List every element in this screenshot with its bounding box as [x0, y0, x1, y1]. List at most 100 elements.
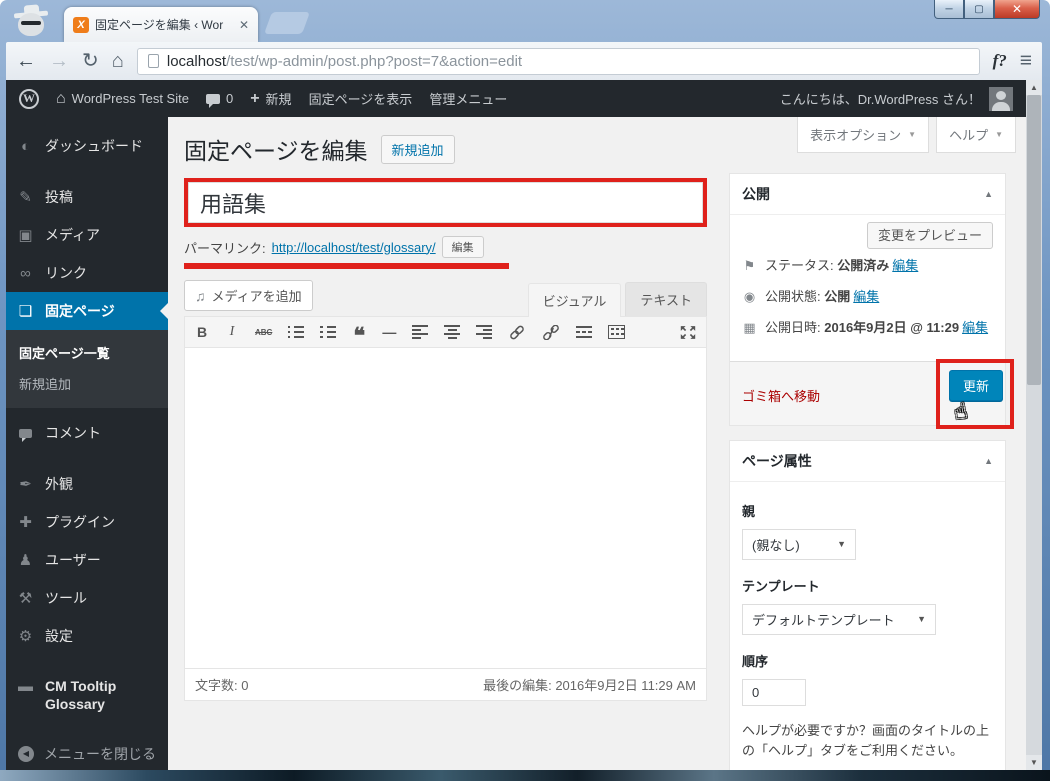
toolbar-toggle-icon[interactable] [608, 325, 626, 339]
sidebar-item-tools[interactable]: ⚒ ツール [6, 579, 168, 617]
pages-submenu: 固定ページ一覧 新規追加 [6, 330, 168, 408]
sidebar-item-appearance[interactable]: ✒ 外観 [6, 465, 168, 503]
adminbar-view-page[interactable]: 固定ページを表示 [309, 89, 413, 108]
chevron-down-icon: ▼ [995, 130, 1003, 139]
align-center-icon[interactable] [444, 325, 461, 339]
date-label: 公開日時: [765, 320, 821, 336]
browser-titlebar: X 固定ページを編集 ‹ Wor ✕ ─ ▢ ✕ [0, 0, 1050, 42]
sidebar-item-collapse-menu[interactable]: ◀ メニューを閉じる [6, 735, 168, 770]
edit-status-link[interactable]: 編集 [892, 258, 918, 273]
sidebar-item-cm-tooltip-glossary[interactable]: ▬ CM Tooltip Glossary [6, 668, 168, 722]
comment-count: 0 [225, 91, 234, 106]
sidebar-item-users[interactable]: ♟ ユーザー [6, 541, 168, 579]
edit-visibility-link[interactable]: 編集 [853, 289, 879, 304]
appearance-icon: ✒ [19, 476, 32, 493]
italic-icon[interactable]: I [225, 324, 239, 339]
browser-menu-icon[interactable]: ≡ [1020, 49, 1032, 73]
submenu-item-all-pages[interactable]: 固定ページ一覧 [6, 337, 168, 368]
page-icon [147, 54, 159, 68]
parent-label: 親 [742, 503, 756, 519]
adminbar-new[interactable]: + 新規 [250, 89, 291, 108]
fullscreen-icon[interactable] [680, 325, 696, 339]
sidebar-item-comments[interactable]: コメント [6, 414, 168, 452]
help-button[interactable]: ヘルプ ▼ [936, 117, 1016, 153]
bulleted-list-icon[interactable] [288, 325, 305, 339]
home-icon[interactable]: ⌂ [112, 51, 124, 71]
tab-text[interactable]: テキスト [625, 282, 707, 316]
dashboard-icon: ◐ [20, 137, 31, 155]
add-media-button[interactable]: ♫ メディアを追加 [184, 280, 313, 311]
wordpress-logo-icon[interactable]: W [19, 88, 39, 109]
new-tab-button[interactable] [263, 12, 311, 34]
sidebar-item-links[interactable]: ∞ リンク [6, 254, 168, 292]
minimize-button[interactable]: ─ [934, 0, 964, 19]
browser-tab[interactable]: X 固定ページを編集 ‹ Wor ✕ [64, 7, 258, 42]
template-select[interactable]: デフォルトテンプレート ▼ [742, 603, 936, 635]
scrollbar-thumb[interactable] [1027, 95, 1041, 385]
permalink-edit-button[interactable]: 編集 [441, 236, 484, 258]
align-right-icon[interactable] [476, 325, 493, 339]
forward-icon[interactable]: → [49, 51, 69, 71]
post-title-input[interactable] [188, 182, 703, 223]
tab-visual[interactable]: ビジュアル [527, 283, 622, 317]
sidebar-label: メニューを閉じる [44, 746, 156, 763]
edit-date-link[interactable]: 編集 [962, 320, 988, 335]
chevron-down-icon: ▼ [917, 614, 926, 625]
editor-content-area[interactable] [184, 348, 707, 668]
update-button[interactable]: 更新 [948, 369, 1003, 401]
move-to-trash-link[interactable]: ゴミ箱へ移動 [742, 386, 820, 405]
order-label: 順序 [742, 653, 769, 669]
publish-panel-title: 公開 [742, 186, 770, 202]
align-left-icon[interactable] [412, 325, 429, 339]
bold-icon[interactable]: B [195, 324, 209, 340]
close-button[interactable]: ✕ [994, 0, 1040, 19]
pages-icon: ❏ [18, 303, 33, 320]
user-avatar[interactable] [989, 86, 1013, 111]
greeting-text[interactable]: こんにちは、Dr.WordPress さん！ [780, 89, 981, 108]
preview-changes-button[interactable]: 変更をプレビュー [866, 222, 993, 249]
panel-toggle-icon[interactable]: ▲ [984, 456, 993, 466]
submenu-item-add-new[interactable]: 新規追加 [6, 368, 168, 399]
strikethrough-icon[interactable]: ABC [255, 325, 272, 339]
sidebar-item-posts[interactable]: ✎ 投稿 [6, 178, 168, 216]
adminbar-site-link[interactable]: ⌂ WordPress Test Site [56, 90, 189, 108]
parent-select[interactable]: (親なし) ▼ [742, 528, 856, 560]
insert-link-icon[interactable] [508, 325, 526, 339]
url-text[interactable]: localhost/test/wp-admin/post.php?post=7&… [167, 53, 522, 70]
order-input[interactable] [742, 678, 806, 706]
tab-close-icon[interactable]: ✕ [239, 18, 249, 32]
more-tag-icon[interactable] [576, 325, 593, 339]
scroll-down-icon[interactable]: ▼ [1026, 755, 1042, 770]
sidebar-item-settings[interactable]: ⚙ 設定 [6, 617, 168, 655]
extension-icon[interactable]: f? [993, 51, 1007, 71]
sidebar-label: ユーザー [45, 552, 101, 568]
post-editor: ♫ メディアを追加 ビジュアル テキスト B I ABC ❝ — 文字数: 0 … [184, 280, 707, 701]
sidebar-item-dashboard[interactable]: ◐ ダッシュボード [6, 127, 168, 165]
panel-toggle-icon[interactable]: ▲ [984, 189, 993, 199]
remove-link-icon[interactable] [542, 324, 560, 340]
screen-options-button[interactable]: 表示オプション ▼ [797, 117, 930, 153]
scroll-up-icon[interactable]: ▲ [1026, 80, 1042, 95]
sidebar-item-pages[interactable]: ❏ 固定ページ [6, 292, 168, 330]
sidebar-item-media[interactable]: ▣ メディア [6, 216, 168, 254]
adminbar-comments[interactable]: 0 [205, 91, 234, 108]
back-icon[interactable]: ← [16, 51, 36, 71]
page-scrollbar[interactable]: ▲ ▼ [1026, 80, 1042, 770]
sidebar-label: ツール [45, 590, 87, 606]
permalink-url-link[interactable]: http://localhost/test/glossary/ [272, 240, 436, 255]
adminbar-admin-menu[interactable]: 管理メニュー [429, 89, 507, 108]
maximize-button[interactable]: ▢ [964, 0, 994, 19]
sidebar-label: 外観 [45, 476, 73, 492]
blockquote-icon[interactable]: ❝ [352, 324, 366, 346]
address-bar[interactable]: localhost/test/wp-admin/post.php?post=7&… [136, 47, 980, 75]
horizontal-rule-icon[interactable]: — [382, 324, 396, 340]
numbered-list-icon[interactable] [320, 325, 337, 339]
add-new-button[interactable]: 新規追加 [380, 134, 455, 164]
sidebar-item-plugins[interactable]: ✚ プラグイン [6, 503, 168, 541]
reload-icon[interactable]: ↻ [82, 51, 99, 71]
sidebar-label: 固定ページ [45, 303, 115, 319]
media-icon: ▣ [18, 227, 33, 244]
visibility-label: 公開状態: [765, 289, 821, 305]
settings-icon: ⚙ [18, 628, 33, 645]
collapse-icon: ◀ [18, 746, 34, 763]
